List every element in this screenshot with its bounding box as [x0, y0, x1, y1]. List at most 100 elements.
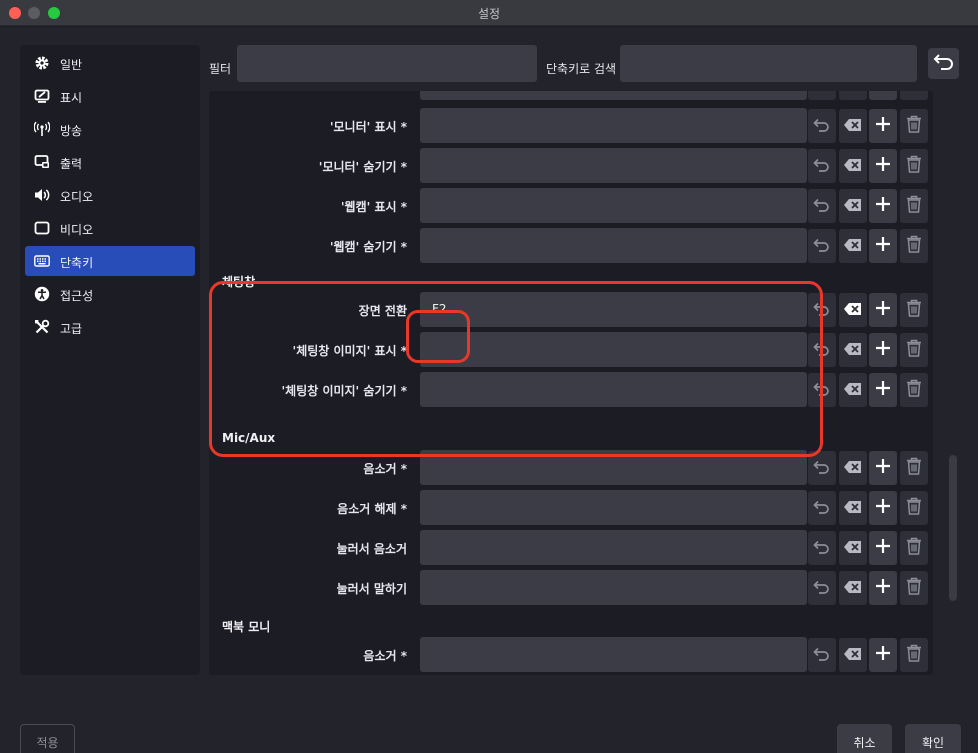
hotkey-field[interactable]	[420, 637, 807, 672]
delete-button[interactable]	[900, 333, 928, 367]
tools-icon	[34, 319, 50, 335]
delete-button[interactable]	[900, 91, 928, 100]
clear-button[interactable]	[839, 149, 867, 183]
plus-icon	[875, 236, 891, 256]
sidebar-item-display[interactable]: 표시	[25, 81, 195, 111]
clear-button[interactable]	[839, 333, 867, 367]
clear-button[interactable]	[839, 571, 867, 605]
sidebar-item-broadcast[interactable]: 방송	[25, 114, 195, 144]
sidebar-item-accessibility[interactable]: 접근성	[25, 279, 195, 309]
clear-button[interactable]	[839, 531, 867, 565]
revert-button[interactable]	[808, 109, 836, 143]
hotkey-field[interactable]	[420, 108, 807, 143]
trash-icon	[906, 497, 922, 519]
search-by-hotkey-input[interactable]	[620, 45, 917, 82]
sidebar-item-output[interactable]: 출력	[25, 147, 195, 177]
undo-icon	[813, 117, 831, 136]
hotkey-field[interactable]	[420, 188, 807, 223]
revert-button[interactable]	[808, 531, 836, 565]
hotkey-field[interactable]	[420, 570, 807, 605]
revert-button[interactable]	[808, 491, 836, 525]
undo-icon	[813, 539, 831, 558]
delete-button[interactable]	[900, 638, 928, 672]
title-bar: 설정	[0, 0, 978, 26]
add-button[interactable]	[869, 333, 897, 367]
backspace-icon	[843, 579, 863, 598]
sidebar-item-general[interactable]: 일반	[25, 48, 195, 78]
plus-icon	[875, 300, 891, 320]
delete-button[interactable]	[900, 149, 928, 183]
undo-icon	[813, 499, 831, 518]
delete-button[interactable]	[900, 229, 928, 263]
trash-icon	[906, 195, 922, 217]
add-button[interactable]	[869, 491, 897, 525]
revert-button[interactable]	[808, 149, 836, 183]
revert-button[interactable]	[808, 229, 836, 263]
window-title: 설정	[477, 7, 501, 21]
add-button[interactable]	[869, 189, 897, 223]
add-button[interactable]	[869, 91, 897, 100]
delete-button[interactable]	[900, 491, 928, 525]
hotkey-label: '모니터' 표시 *	[329, 120, 407, 134]
delete-button[interactable]	[900, 293, 928, 327]
clear-button[interactable]	[839, 293, 867, 327]
sidebar-item-label: 출력	[60, 157, 83, 171]
plus-icon	[875, 498, 891, 518]
plus-icon	[875, 340, 891, 360]
clear-button[interactable]	[839, 451, 867, 485]
hotkey-field[interactable]	[420, 228, 807, 263]
hotkey-field[interactable]	[420, 490, 807, 525]
clear-button[interactable]	[839, 638, 867, 672]
reset-filter-button[interactable]	[928, 48, 959, 79]
scrollbar[interactable]	[946, 91, 960, 675]
delete-button[interactable]	[900, 571, 928, 605]
backspace-icon	[843, 539, 863, 558]
trash-icon	[906, 235, 922, 257]
delete-button[interactable]	[900, 531, 928, 565]
ok-button[interactable]: 확인	[905, 724, 961, 753]
plus-icon	[875, 458, 891, 478]
add-button[interactable]	[869, 109, 897, 143]
hotkey-field[interactable]	[420, 148, 807, 183]
sidebar-item-audio[interactable]: 오디오	[25, 180, 195, 210]
sidebar-item-advanced[interactable]: 고급	[25, 312, 195, 342]
trash-icon	[906, 155, 922, 177]
delete-button[interactable]	[900, 109, 928, 143]
clear-button[interactable]	[839, 373, 867, 407]
add-button[interactable]	[869, 373, 897, 407]
keyboard-icon	[34, 253, 50, 269]
revert-button[interactable]	[808, 571, 836, 605]
cancel-button[interactable]: 취소	[837, 724, 892, 753]
sidebar-item-hotkeys[interactable]: 단축키	[25, 246, 195, 276]
clear-button[interactable]	[839, 189, 867, 223]
add-button[interactable]	[869, 638, 897, 672]
apply-button[interactable]: 적용	[20, 724, 75, 753]
revert-button[interactable]	[808, 91, 836, 100]
clear-button[interactable]	[839, 229, 867, 263]
delete-button[interactable]	[900, 373, 928, 407]
hotkey-field[interactable]	[420, 91, 807, 100]
add-button[interactable]	[869, 229, 897, 263]
delete-button[interactable]	[900, 189, 928, 223]
revert-button[interactable]	[808, 638, 836, 672]
hotkey-field[interactable]	[420, 530, 807, 565]
sidebar-item-label: 방송	[60, 124, 83, 138]
clear-button[interactable]	[839, 109, 867, 143]
backspace-icon	[843, 499, 863, 518]
trash-icon	[906, 339, 922, 361]
revert-button[interactable]	[808, 189, 836, 223]
filter-input[interactable]	[237, 45, 537, 82]
add-button[interactable]	[869, 149, 897, 183]
clear-button[interactable]	[839, 91, 867, 100]
clear-button[interactable]	[839, 491, 867, 525]
undo-icon	[813, 646, 831, 665]
backspace-icon	[843, 117, 863, 136]
add-button[interactable]	[869, 451, 897, 485]
add-button[interactable]	[869, 531, 897, 565]
scroll-thumb[interactable]	[949, 455, 957, 601]
sidebar-item-video[interactable]: 비디오	[25, 213, 195, 243]
add-button[interactable]	[869, 293, 897, 327]
delete-button[interactable]	[900, 451, 928, 485]
filter-label: 필터	[209, 62, 232, 76]
add-button[interactable]	[869, 571, 897, 605]
